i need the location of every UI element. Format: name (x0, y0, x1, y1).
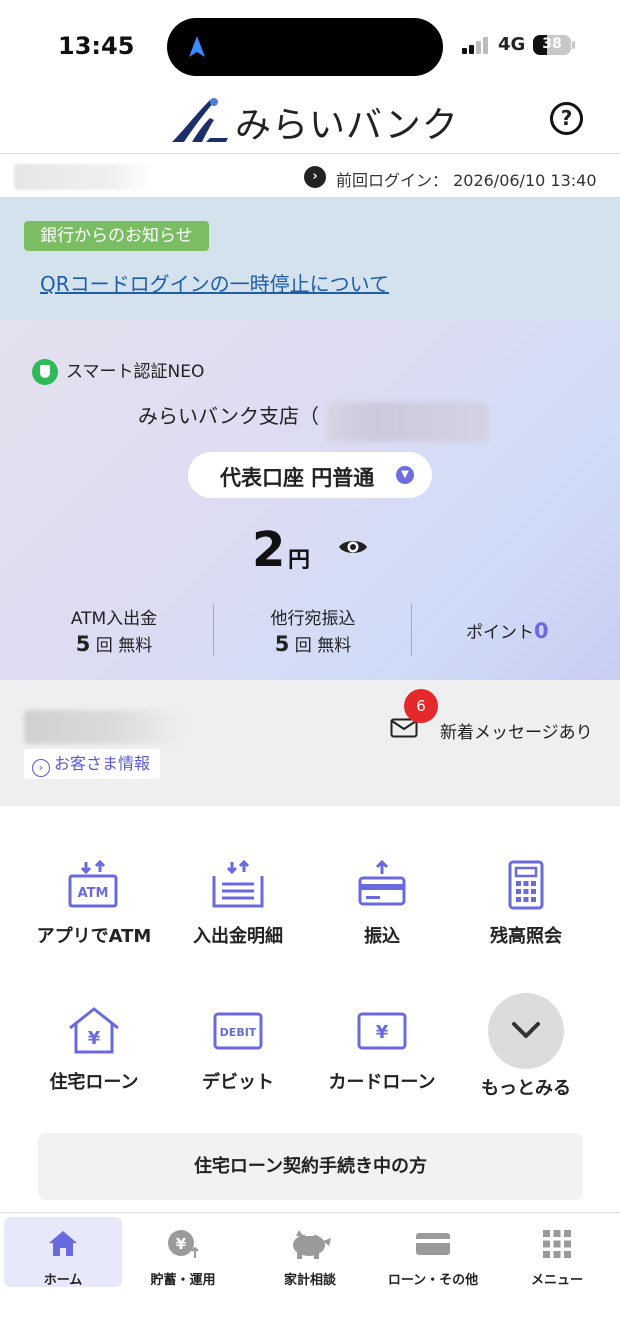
notice-link[interactable]: QRコードログインの一時停止について (40, 268, 389, 297)
branch-name: みらいバンク支店（ (138, 404, 319, 428)
message-count-badge: 6 (404, 689, 438, 723)
tab-label: ローン・その他 (387, 1273, 479, 1288)
tab-home[interactable]: ホーム (4, 1217, 122, 1288)
housing-loan-button[interactable]: ¥ 住宅ローン (19, 1006, 169, 1094)
clock: 13:45 (58, 32, 135, 60)
redacted-customer-name (24, 710, 182, 744)
piggy-bank-icon (293, 1230, 331, 1259)
tab-label: 家計相談 (283, 1273, 336, 1288)
eye-icon[interactable] (338, 536, 368, 558)
account-selector[interactable]: 代表口座 円普通 ▼ (188, 452, 432, 498)
shield-icon (32, 359, 58, 385)
tab-budget-consult[interactable]: 家計相談 (251, 1217, 369, 1288)
home-icon (49, 1231, 77, 1256)
card-loan-button[interactable]: ¥ カードローン (307, 1006, 457, 1094)
menu-label: 入出金明細 (193, 926, 283, 947)
bank-notice-banner: 銀行からのお知らせ QRコードログインの一時停止について (0, 197, 620, 320)
battery-tip (572, 41, 575, 49)
balance-currency: 円 (288, 548, 311, 573)
battery-level: 38 (542, 36, 562, 52)
signal-icon (462, 36, 494, 54)
points-value: 0 (534, 619, 549, 643)
divider (411, 604, 412, 656)
menu-label: カードローン (328, 1072, 436, 1093)
navigation-arrow-icon (189, 36, 205, 57)
debit-card-icon: DEBIT (213, 1012, 263, 1050)
app-header: みらいバンク ? (0, 90, 620, 154)
chevron-down-icon (512, 1022, 540, 1038)
tab-menu[interactable]: メニュー (498, 1217, 616, 1288)
yen-coin-icon: ¥ (168, 1230, 199, 1258)
chevron-down-icon: ▼ (396, 466, 414, 484)
menu-label: 住宅ローン (49, 1072, 139, 1093)
new-message-link[interactable]: 新着メッセージあり (440, 718, 593, 743)
redacted-username (14, 164, 154, 190)
smart-auth-label: スマート認証NEO (32, 357, 204, 385)
points-label: ポイント (466, 623, 534, 643)
transfer-count: 5 (274, 632, 290, 656)
menu-label: デビット (202, 1072, 274, 1093)
calculator-icon (508, 860, 544, 910)
balance-amount: 2 (252, 522, 286, 578)
notice-badge: 銀行からのお知らせ (24, 221, 209, 251)
statement-button[interactable]: 入出金明細 (163, 860, 313, 948)
card-icon (416, 1233, 450, 1255)
chevron-right-icon: › (32, 759, 50, 777)
customer-section: › お客さま情報 6 新着メッセージあり (0, 680, 620, 806)
atm-unit: 回 無料 (90, 636, 153, 656)
redacted-account-number (326, 402, 488, 442)
housing-loan-procedure-button[interactable]: 住宅ローン契約手続き中の方 (38, 1133, 583, 1200)
atm-title: ATM入出金 (70, 609, 158, 629)
more-circle (488, 993, 564, 1069)
svg-text:¥: ¥ (88, 1028, 101, 1049)
last-login-text: 前回ログイン： 2026/06/10 13:40 (336, 171, 597, 190)
customer-info-button[interactable]: › お客さま情報 (24, 749, 161, 779)
transfer-button[interactable]: 振込 (307, 860, 457, 948)
dynamic-island (167, 18, 443, 76)
yen-card-icon: ¥ (357, 1012, 407, 1050)
tab-savings[interactable]: ¥ 貯蓄・運用 (124, 1217, 242, 1288)
battery-icon: 38 (533, 35, 571, 55)
more-button[interactable]: もっとみる (451, 993, 601, 1100)
transfer-title: 他行宛振込 (270, 609, 356, 629)
points-display[interactable]: ポイント0 (466, 618, 549, 643)
network-type: 4G (498, 34, 526, 55)
tab-label: ホーム (43, 1273, 83, 1288)
smart-auth-text: スマート認証NEO (66, 362, 205, 382)
house-yen-icon: ¥ (69, 1007, 119, 1054)
menu-label: アプリでATM (36, 926, 152, 947)
bottom-tab-bar: ホーム ¥ 貯蓄・運用 家計相談 ローン・その他 メニュー (0, 1212, 620, 1344)
bank-logo-text: みらいバンク (235, 105, 459, 146)
bank-logo-icon (172, 98, 228, 142)
tab-label: 貯蓄・運用 (150, 1273, 216, 1288)
debit-button[interactable]: DEBIT デビット (163, 1006, 313, 1094)
account-type-label: 代表口座 円普通 (220, 466, 375, 490)
customer-info-label: お客さま情報 (54, 754, 151, 773)
atm-count: 5 (75, 632, 91, 656)
menu-label: 振込 (364, 926, 400, 947)
svg-text:ATM: ATM (78, 886, 109, 901)
tab-label: メニュー (530, 1273, 583, 1288)
svg-text:DEBIT: DEBIT (220, 1026, 257, 1039)
transfer-icon (358, 860, 406, 906)
balance-inquiry-button[interactable]: 残高照会 (451, 860, 601, 948)
tab-loans-other[interactable]: ローン・その他 (374, 1217, 492, 1288)
status-bar: 13:45 4G 38 (0, 0, 620, 90)
atm-free-count: ATM入出金 5 回 無料 (14, 604, 214, 656)
menu-label: もっとみる (481, 1078, 571, 1099)
menu-label: 残高照会 (490, 926, 562, 947)
app-atm-button[interactable]: ATM アプリでATM (19, 860, 169, 948)
svg-text:¥: ¥ (176, 1235, 187, 1253)
atm-icon: ATM (68, 860, 118, 908)
svg-text:¥: ¥ (376, 1022, 389, 1043)
grid-icon (543, 1230, 571, 1258)
statement-icon (212, 860, 264, 908)
app-screen: 13:45 4G 38 みらいバンク ? › 前回ログイン： 2026/06/1… (0, 0, 620, 1344)
last-login-row: › 前回ログイン： 2026/06/10 13:40 (0, 155, 620, 197)
transfer-free-count: 他行宛振込 5 回 無料 (213, 604, 413, 656)
account-summary-card: スマート認証NEO みらいバンク支店（ 代表口座 円普通 ▼ 2 円 ATM入出… (0, 320, 620, 680)
transfer-unit: 回 無料 (289, 636, 352, 656)
help-button[interactable]: ? (550, 102, 583, 135)
chevron-right-icon[interactable]: › (304, 166, 326, 188)
